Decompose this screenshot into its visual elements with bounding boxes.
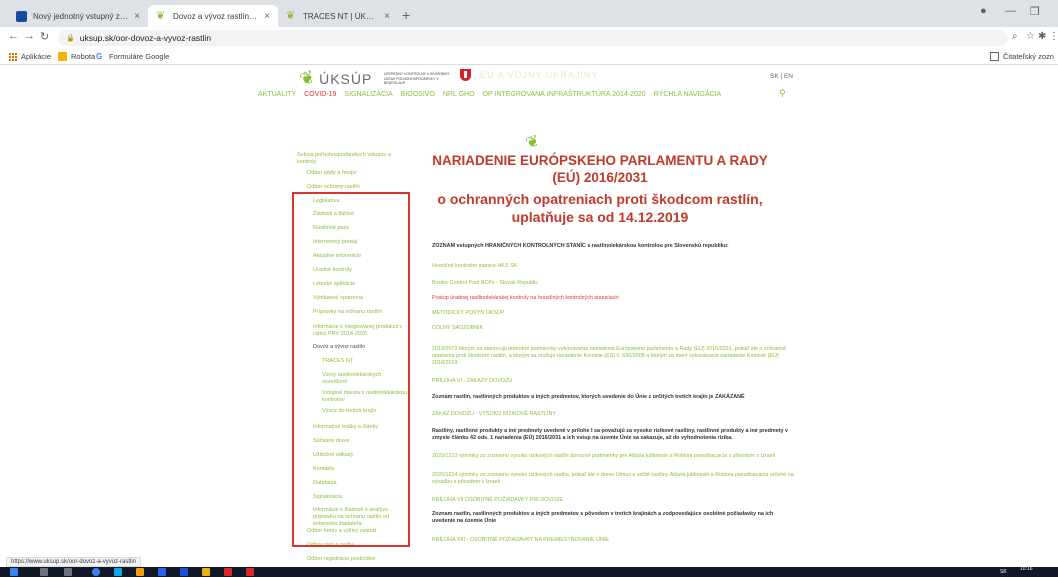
tab-title: Dovoz a vývoz rastlín | ÚKSÚP xyxy=(173,11,258,21)
content-paragraph: Rastliny, rastlinné produkty a iné predm… xyxy=(432,428,788,442)
extensions-icon[interactable]: ✱ xyxy=(1038,31,1046,42)
maximize-icon[interactable]: ❐ xyxy=(1030,5,1040,18)
content-paragraph[interactable]: ZÁKAZ DOVOZU - VYSOKO RIZIKOVÉ RASTLINY xyxy=(432,411,797,418)
content-paragraph[interactable]: 2019/2072 ktorým sa stanovujú jednotné p… xyxy=(432,346,797,368)
sidebar-item[interactable]: Odbor pôdy a hnojív xyxy=(307,170,407,177)
forward-icon[interactable]: → xyxy=(24,30,35,42)
leaf-icon: ❦ xyxy=(156,9,166,22)
reading-list-icon xyxy=(990,52,999,61)
language-switch[interactable]: SK | EN xyxy=(770,73,793,80)
clock[interactable]: 10:16 xyxy=(1020,567,1033,572)
leaf-icon: ❦ xyxy=(286,9,296,22)
search-icon[interactable]: ⚲ xyxy=(779,88,786,99)
lock-icon: 🔒 xyxy=(66,35,75,42)
reading-list[interactable]: Čitateľský zozn xyxy=(990,52,1054,61)
minimize-icon[interactable]: — xyxy=(1005,5,1016,17)
eu-flag-icon xyxy=(16,10,27,22)
close-icon[interactable]: × xyxy=(134,11,140,22)
tab-2[interactable]: ❦ Dovoz a vývoz rastlín | ÚKSÚP × xyxy=(148,5,278,27)
tab-strip: Nový jednotný vstupný zdravotn × ❦ Dovoz… xyxy=(0,0,1058,27)
sidebar-highlight-box xyxy=(292,192,410,547)
nav-item[interactable]: OP INTEGROVANÁ INFRAŠTRUKTÚRA 2014-2020 xyxy=(483,91,646,98)
address-bar[interactable]: 🔒 uksup.sk/oor-dovoz-a-vyvoz-rastlin xyxy=(58,30,1008,46)
task-view-icon[interactable] xyxy=(64,568,72,576)
bookmark-label: Aplikácie xyxy=(21,52,52,61)
content-paragraph: Postup úradnej rastlinolekárskej kontrol… xyxy=(432,295,620,301)
leaf-icon: ❦ xyxy=(523,132,543,153)
content-paragraph[interactable]: Hraničné kontrolné stanice HKS SK xyxy=(432,263,797,270)
nav-item[interactable]: SIGNALIZÁCIA xyxy=(344,91,392,98)
main-navigation: AKTUALITY COVID-19 SIGNALIZÁCIA BIOOSIVO… xyxy=(258,91,721,98)
close-icon[interactable]: × xyxy=(264,11,270,22)
file-explorer-icon[interactable] xyxy=(136,568,144,576)
content-paragraph[interactable]: PRÍLOHA VII OSOBITNÉ POŽIADAVKY PRI DOVO… xyxy=(432,497,797,504)
bookmark-label: Robota xyxy=(71,52,96,61)
star-icon[interactable]: ☆ xyxy=(1026,31,1035,42)
tab-1[interactable]: Nový jednotný vstupný zdravotn × xyxy=(8,5,148,27)
logo-subtitle: ÚSTREDNÝ KONTROLNÝ A SKÚŠOBNÝ ÚSTAV POĽN… xyxy=(384,72,450,85)
account-icon[interactable]: ⋮ xyxy=(1049,31,1058,42)
page-title: NARIADENIE EURÓPSKEHO PARLAMENTU A RADY … xyxy=(432,153,768,185)
content-paragraph[interactable]: PRÍLOHA VI - ZÁKAZY DOVOZU xyxy=(432,378,797,385)
profile-icon[interactable]: ● xyxy=(980,5,987,17)
slovak-crest-icon xyxy=(460,69,471,81)
page-subtitle: o ochranných opatreniach proti škodcom r… xyxy=(437,191,763,225)
browser-toolbar: ← → ↻ 🔒 uksup.sk/oor-dovoz-a-vyvoz-rastl… xyxy=(0,27,1058,49)
sidebar-item[interactable]: Odbor registrácie pesticídov xyxy=(307,556,407,563)
zoom-icon[interactable]: ⌕ xyxy=(1012,31,1018,42)
bookmark-robota[interactable]: Robota xyxy=(58,52,95,61)
content-paragraph: Zoznam rastlín, rastlinných produktov a … xyxy=(432,394,745,400)
sidebar-item[interactable]: Odbor ochrany rastlín xyxy=(307,184,407,191)
bookmark-apps[interactable]: Aplikácie xyxy=(8,52,51,61)
reload-icon[interactable]: ↻ xyxy=(40,30,49,43)
link-status-bar: https://www.uksup.sk/oor-dovoz-a-vyvoz-r… xyxy=(6,557,142,567)
reading-list-label: Čitateľský zozn xyxy=(1003,52,1054,61)
google-icon: G xyxy=(96,52,103,61)
search-icon[interactable] xyxy=(40,568,48,576)
content-paragraph[interactable]: 2020/1213 výnimky zo zoznamu vysoko rizi… xyxy=(432,453,797,460)
leaf-icon: ❦ xyxy=(296,66,318,91)
sticky-notes-icon[interactable] xyxy=(202,568,210,576)
chrome-icon[interactable] xyxy=(92,568,100,576)
powerpoint-icon[interactable] xyxy=(224,568,232,576)
sidebar-item[interactable]: Sekcia poľnohospodárskych vstupov a kont… xyxy=(297,152,407,166)
nav-item[interactable]: COVID-19 xyxy=(304,91,336,98)
content-paragraph: Zoznam rastlín, rastlinných produktov a … xyxy=(432,511,774,525)
keyboard-language[interactable]: SK xyxy=(1000,569,1007,575)
new-tab-button[interactable]: + xyxy=(402,7,410,23)
content-paragraph[interactable]: PRÍLOHA XIII - OSOBITNÉ POŽIADAVKY NA PR… xyxy=(432,537,797,544)
banner-ghost-text: EÚ A VOJNY UKRAJINY xyxy=(480,70,599,80)
bookmarks-bar: Aplikácie Robota G Formuláre Google Čita… xyxy=(0,49,1058,65)
site-logo[interactable]: ❦ ÚKSÚP xyxy=(296,66,373,91)
nav-item[interactable]: BIOOSIVO xyxy=(401,91,435,98)
acrobat-icon[interactable] xyxy=(246,568,254,576)
bookmark-forms[interactable]: G Formuláre Google xyxy=(96,52,169,61)
content-paragraph: ZOZNAM vstupných HRANIČNÝCH KONTROLNÝCH … xyxy=(432,243,729,249)
tab-title: TRACES NT | ÚKSÚP xyxy=(303,11,379,21)
close-icon[interactable]: × xyxy=(384,11,390,22)
content-paragraph[interactable]: METODICKÝ POKYN ÚKSÚP xyxy=(432,310,797,317)
word-icon[interactable] xyxy=(180,568,188,576)
content-paragraph[interactable]: COLNÝ SADZOBNÍK xyxy=(432,325,797,332)
outlook-icon[interactable] xyxy=(158,568,166,576)
nav-item[interactable]: AKTUALITY xyxy=(258,91,296,98)
content-paragraph[interactable]: Border Control Post BCPs - Slovak Republ… xyxy=(432,280,797,287)
back-icon[interactable]: ← xyxy=(8,30,19,42)
nav-item[interactable]: RÝCHLA NAVIGÁCIA xyxy=(654,91,722,98)
nav-item[interactable]: NRL GHO xyxy=(443,91,475,98)
edge-icon[interactable] xyxy=(114,568,122,576)
tab-3[interactable]: ❦ TRACES NT | ÚKSÚP × xyxy=(278,5,398,27)
content-paragraph[interactable]: 2020/1214 výnimky zo zoznamu vysoko rizi… xyxy=(432,472,797,486)
logo-name: ÚKSÚP xyxy=(319,70,373,87)
bookmark-label: Formuláre Google xyxy=(109,52,170,61)
url-text: uksup.sk/oor-dovoz-a-vyvoz-rastlin xyxy=(79,33,212,43)
windows-start-icon[interactable] xyxy=(10,568,18,576)
folder-icon xyxy=(58,52,67,61)
tab-title: Nový jednotný vstupný zdravotn xyxy=(33,11,128,21)
windows-taskbar: SK 10:16 xyxy=(0,567,1058,577)
apps-grid-icon xyxy=(8,52,17,61)
